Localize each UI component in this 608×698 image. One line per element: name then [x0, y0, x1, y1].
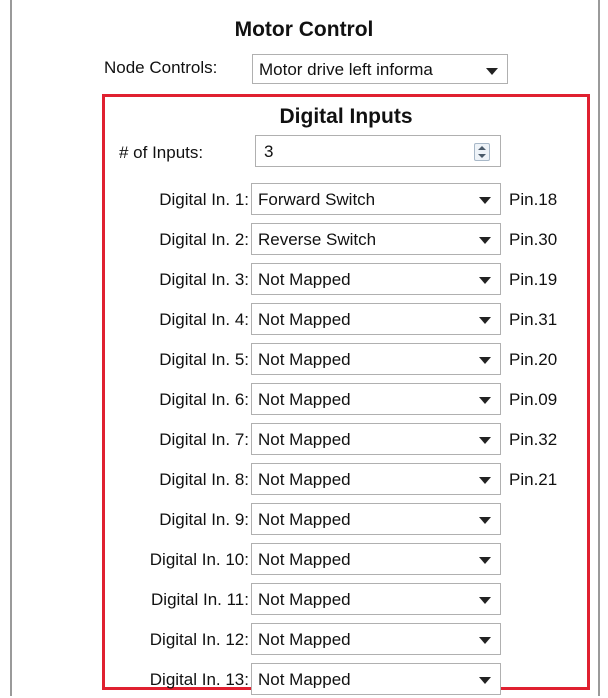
digital-input-row: Digital In. 11: Not Mapped [105, 583, 587, 615]
pin-label: Pin.31 [509, 310, 558, 329]
node-controls-row: Node Controls: Motor drive left informa [0, 54, 608, 84]
digital-input-label: Digital In. 9: [159, 510, 249, 529]
digital-input-select[interactable]: Not Mapped [251, 623, 501, 655]
chevron-down-icon [486, 68, 498, 75]
digital-input-label: Digital In. 12: [149, 630, 249, 649]
digital-input-label: Digital In. 10: [149, 550, 249, 569]
digital-input-row: Digital In. 7: Not Mapped Pin.32 [105, 423, 587, 455]
pin-label: Pin.09 [509, 390, 558, 409]
digital-input-row: Digital In. 13: Not Mapped [105, 663, 587, 695]
digital-input-label: Digital In. 6: [159, 390, 249, 409]
digital-input-value: Not Mapped [258, 631, 351, 648]
digital-inputs-title: Digital Inputs [279, 105, 413, 128]
digital-input-value: Not Mapped [258, 471, 351, 488]
digital-input-row: Digital In. 2: Reverse Switch Pin.30 [105, 223, 587, 255]
digital-input-row: Digital In. 3: Not Mapped Pin.19 [105, 263, 587, 295]
node-controls-label: Node Controls: [104, 58, 218, 77]
digital-inputs-group: Digital Inputs # of Inputs: 3 Digital In… [102, 94, 590, 695]
chevron-down-icon [479, 277, 491, 284]
digital-input-select[interactable]: Not Mapped [251, 383, 501, 415]
digital-input-select[interactable]: Not Mapped [251, 543, 501, 575]
pin-label: Pin.21 [509, 470, 558, 489]
spin-down-icon[interactable] [478, 154, 486, 158]
digital-input-label: Digital In. 1: [159, 190, 249, 209]
digital-input-select[interactable]: Forward Switch [251, 183, 501, 215]
digital-input-label: Digital In. 7: [159, 430, 249, 449]
chevron-down-icon [479, 597, 491, 604]
digital-input-value: Forward Switch [258, 191, 376, 208]
digital-input-select[interactable]: Not Mapped [251, 663, 501, 695]
chevron-down-icon [479, 237, 491, 244]
digital-input-label: Digital In. 13: [149, 670, 249, 689]
digital-input-select[interactable]: Not Mapped [251, 343, 501, 375]
digital-input-row: Digital In. 10: Not Mapped [105, 543, 587, 575]
digital-input-value: Not Mapped [258, 591, 351, 608]
digital-input-row: Digital In. 8: Not Mapped Pin.21 [105, 463, 587, 495]
digital-input-select[interactable]: Reverse Switch [251, 223, 501, 255]
digital-input-row: Digital In. 1: Forward Switch Pin.18 [105, 183, 587, 215]
digital-input-row: Digital In. 9: Not Mapped [105, 503, 587, 535]
chevron-down-icon [479, 677, 491, 684]
digital-input-row: Digital In. 4: Not Mapped Pin.31 [105, 303, 587, 335]
digital-input-label: Digital In. 8: [159, 470, 249, 489]
pin-label: Pin.32 [509, 430, 558, 449]
spinner-arrows-icon[interactable] [474, 143, 490, 161]
digital-input-label: Digital In. 11: [151, 590, 249, 609]
chevron-down-icon [479, 357, 491, 364]
inputs-count-spinner[interactable]: 3 [255, 135, 501, 167]
digital-input-value: Not Mapped [258, 671, 351, 688]
chevron-down-icon [479, 397, 491, 404]
digital-input-select[interactable]: Not Mapped [251, 463, 501, 495]
digital-input-value: Not Mapped [258, 551, 351, 568]
digital-input-select[interactable]: Not Mapped [251, 503, 501, 535]
pin-label: Pin.30 [509, 230, 558, 249]
node-controls-value: Motor drive left informa [259, 61, 433, 78]
digital-input-row: Digital In. 5: Not Mapped Pin.20 [105, 343, 587, 375]
digital-input-label: Digital In. 5: [159, 350, 249, 369]
chevron-down-icon [479, 517, 491, 524]
pin-label: Pin.19 [509, 270, 558, 289]
inputs-count-value: 3 [264, 142, 274, 161]
digital-input-row: Digital In. 6: Not Mapped Pin.09 [105, 383, 587, 415]
node-controls-select[interactable]: Motor drive left informa [252, 54, 508, 84]
digital-input-label: Digital In. 2: [159, 230, 249, 249]
digital-input-label: Digital In. 3: [159, 270, 249, 289]
digital-input-value: Not Mapped [258, 271, 351, 288]
chevron-down-icon [479, 637, 491, 644]
digital-input-select[interactable]: Not Mapped [251, 303, 501, 335]
digital-input-value: Not Mapped [258, 311, 351, 328]
digital-input-row: Digital In. 12: Not Mapped [105, 623, 587, 655]
pin-label: Pin.20 [509, 350, 558, 369]
chevron-down-icon [479, 317, 491, 324]
inputs-count-label: # of Inputs: [119, 143, 204, 162]
digital-input-select[interactable]: Not Mapped [251, 583, 501, 615]
chevron-down-icon [479, 437, 491, 444]
chevron-down-icon [479, 197, 491, 204]
digital-input-select[interactable]: Not Mapped [251, 263, 501, 295]
page-title: Motor Control [234, 18, 374, 41]
chevron-down-icon [479, 477, 491, 484]
digital-input-value: Not Mapped [258, 351, 351, 368]
digital-input-value: Not Mapped [258, 511, 351, 528]
digital-input-value: Not Mapped [258, 391, 351, 408]
chevron-down-icon [479, 557, 491, 564]
digital-input-value: Reverse Switch [258, 231, 377, 248]
digital-input-value: Not Mapped [258, 431, 351, 448]
spin-up-icon[interactable] [478, 146, 486, 150]
digital-input-label: Digital In. 4: [159, 310, 249, 329]
pin-label: Pin.18 [509, 190, 558, 209]
digital-input-select[interactable]: Not Mapped [251, 423, 501, 455]
